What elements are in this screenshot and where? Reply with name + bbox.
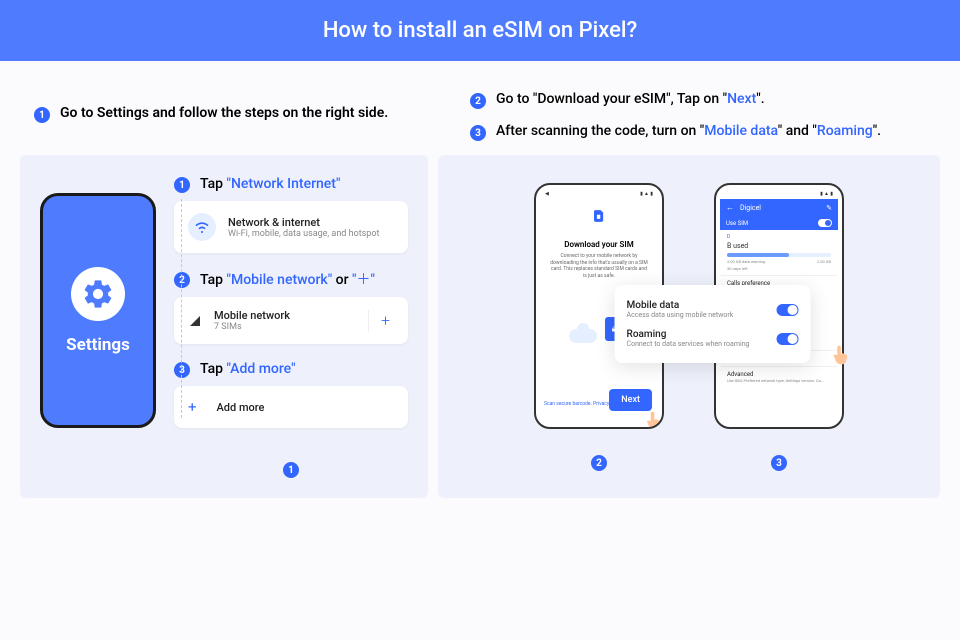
substep-1: 1 Tap "Network Internet" Network & inter… [174, 175, 408, 253]
intro-line-3: After scanning the code, turn on "Mobile… [496, 123, 881, 139]
use-sim-toggle[interactable] [818, 219, 832, 227]
carrier-topbar: ← Digicel ✎ [720, 199, 838, 216]
settings-label: Settings [66, 335, 130, 355]
step-badge-1: 1 [34, 107, 50, 123]
substep-badge-3: 3 [174, 362, 190, 378]
connector-line [181, 199, 182, 418]
plus-icon[interactable]: + [368, 310, 394, 332]
next-link: Next [727, 91, 756, 107]
substep-badge-1: 1 [174, 177, 190, 193]
panel-badge-3: 3 [771, 455, 787, 471]
data-usage-section: D B used 2.00 GB data warning2.00 GB 30 … [721, 230, 837, 275]
back-arrow-icon[interactable]: ← [726, 203, 734, 212]
pointer-hand-icon [827, 339, 855, 369]
panel-badge-1: 1 [283, 462, 299, 478]
network-internet-card[interactable]: Network & internet Wi-Fi, mobile, data u… [174, 201, 408, 253]
roaming-link: Roaming [817, 123, 873, 139]
panel-steps-2-3: ◀▮ ▲ ▮ Download your SIM Connect to your… [438, 155, 940, 498]
substep-2: 2 Tap "Mobile network" or "＋" Mobile net… [174, 269, 408, 344]
step-badge-2: 2 [470, 93, 486, 109]
intro-left: 1 Go to Settings and follow the steps on… [20, 89, 440, 141]
intro-right: 2 Go to "Download your eSIM", Tap on "Ne… [470, 89, 940, 141]
mobile-network-card[interactable]: Mobile network 7 SIMs + [174, 297, 408, 344]
card-subtitle: 7 SIMs [214, 322, 356, 332]
page-header: How to install an eSIM on Pixel? [0, 0, 960, 61]
intro-line-2: Go to "Download your eSIM", Tap on "Next… [496, 91, 765, 107]
card-subtitle: Wi-Fi, mobile, data usage, and hotspot [228, 229, 394, 239]
use-sim-row[interactable]: Use SIM [720, 216, 838, 230]
gear-icon [71, 267, 125, 321]
plus-icon: + [188, 398, 197, 416]
panel-step-1: Settings 1 Tap "Network Internet" Networ… [20, 155, 428, 498]
steps-column: 1 Tap "Network Internet" Network & inter… [174, 175, 408, 478]
download-description: Connect to your mobile network by downlo… [541, 253, 657, 279]
intro-section: 1 Go to Settings and follow the steps on… [0, 61, 960, 155]
add-more-card[interactable]: + Add more [174, 386, 408, 428]
intro-left-text: Go to Settings and follow the steps on t… [60, 105, 388, 121]
card-title: Add more [217, 401, 394, 414]
carrier-name: Digicel [740, 204, 761, 212]
step-badge-3: 3 [470, 125, 486, 141]
card-title: Network & internet [228, 216, 394, 229]
signal-icon [188, 315, 202, 327]
panel-badge-2: 2 [591, 455, 607, 471]
sim-card-icon [541, 207, 657, 226]
edit-icon[interactable]: ✎ [826, 204, 832, 212]
cloud-icon [569, 329, 597, 343]
pointer-hand-icon [640, 405, 664, 429]
mobile-data-link: Mobile data [704, 123, 777, 139]
data-usage-bar [727, 253, 831, 257]
substep-3: 3 Tap "Add more" + Add more [174, 360, 408, 428]
page-title: How to install an eSIM on Pixel? [323, 18, 637, 43]
mobile-data-toggle[interactable] [777, 304, 799, 316]
toggles-overlay: Mobile data Access data using mobile net… [615, 285, 811, 363]
panels-row: Settings 1 Tap "Network Internet" Networ… [0, 155, 960, 518]
card-title: Mobile network [214, 309, 356, 322]
wifi-icon [188, 213, 216, 241]
advanced-row[interactable]: Advanced Use SIM, Preferred network type… [721, 366, 837, 387]
settings-phone-mock: Settings [40, 193, 156, 428]
roaming-row[interactable]: Roaming Connect to data services when ro… [627, 324, 799, 353]
status-bar: ◀▮ ▲ ▮ [541, 191, 657, 201]
substep-badge-2: 2 [174, 272, 190, 288]
download-title: Download your SIM [541, 240, 657, 249]
roaming-toggle[interactable] [777, 333, 799, 345]
mobile-data-row[interactable]: Mobile data Access data using mobile net… [627, 295, 799, 324]
